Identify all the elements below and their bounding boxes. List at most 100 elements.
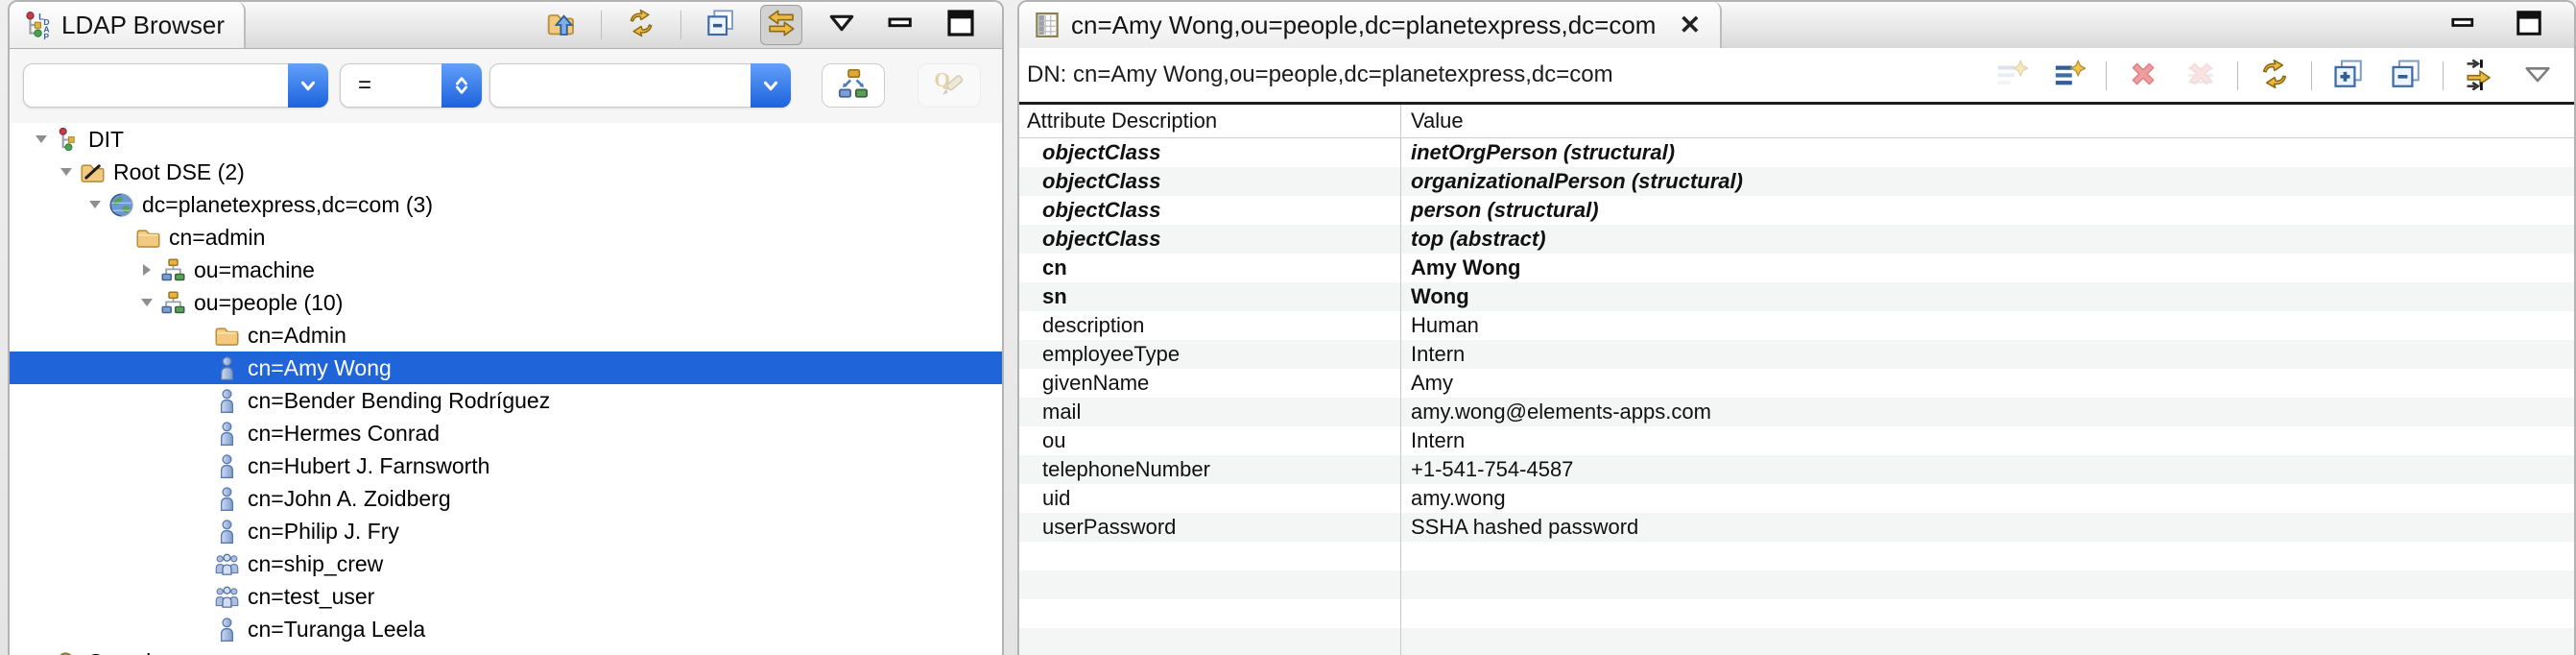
value-filter-combo[interactable] xyxy=(489,63,791,108)
tree-item[interactable]: DIT xyxy=(10,123,1002,156)
attribute-row[interactable]: telephoneNumber+1-541-754-4587 xyxy=(1019,455,2574,484)
view-menu-button[interactable] xyxy=(822,6,862,44)
collapse-all-button[interactable] xyxy=(2385,55,2427,97)
tab-ldap-browser[interactable]: LDAP LDAP Browser xyxy=(10,2,246,48)
attribute-name[interactable] xyxy=(1019,542,1401,570)
attribute-row[interactable] xyxy=(1019,542,2574,570)
attribute-value[interactable]: inetOrgPerson (structural) xyxy=(1401,138,2574,167)
attribute-value[interactable]: amy.wong@elements-apps.com xyxy=(1401,398,2574,426)
attribute-name[interactable]: mail xyxy=(1019,398,1401,426)
tree-item[interactable]: cn=ship_crew xyxy=(10,547,1002,580)
tree-item[interactable]: cn=Hermes Conrad xyxy=(10,417,1002,449)
tree-item[interactable]: cn=Admin xyxy=(10,319,1002,352)
attribute-row[interactable]: descriptionHuman xyxy=(1019,311,2574,340)
tree-item[interactable]: dc=planetexpress,dc=com (3) xyxy=(10,188,1002,221)
attribute-name[interactable]: cn xyxy=(1019,254,1401,282)
operator-combo[interactable]: = xyxy=(340,63,482,108)
maximize-button[interactable] xyxy=(2509,6,2549,44)
tree-item[interactable]: cn=test_user xyxy=(10,580,1002,613)
attribute-name[interactable]: userPassword xyxy=(1019,513,1401,542)
chevron-down-icon[interactable] xyxy=(54,164,79,180)
tree-item[interactable]: cn=Bender Bending Rodríguez xyxy=(10,384,1002,417)
attribute-row[interactable] xyxy=(1019,570,2574,599)
tree-item[interactable]: Root DSE (2) xyxy=(10,156,1002,188)
attribute-value[interactable]: Human xyxy=(1401,311,2574,340)
tree-item[interactable]: cn=Turanga Leela xyxy=(10,613,1002,645)
attribute-filter-value[interactable] xyxy=(24,64,285,107)
operator-value[interactable]: = xyxy=(341,64,439,107)
delete-button[interactable] xyxy=(2122,55,2164,97)
tree-item[interactable]: cn=Amy Wong xyxy=(10,352,1002,384)
attribute-value[interactable]: Amy xyxy=(1401,369,2574,398)
attribute-filter-combo[interactable] xyxy=(23,63,328,108)
tree-item[interactable]: cn=Philip J. Fry xyxy=(10,515,1002,547)
attribute-value[interactable]: Intern xyxy=(1401,426,2574,455)
expand-all-button[interactable] xyxy=(2327,55,2370,97)
attribute-name[interactable]: givenName xyxy=(1019,369,1401,398)
attribute-row[interactable] xyxy=(1019,628,2574,655)
new-attribute-button[interactable] xyxy=(2048,55,2090,97)
attribute-row[interactable]: ouIntern xyxy=(1019,426,2574,455)
attribute-name[interactable]: employeeType xyxy=(1019,340,1401,369)
tree-item[interactable]: ou=machine xyxy=(10,254,1002,286)
tree-item[interactable]: cn=Hubert J. Farnsworth xyxy=(10,449,1002,482)
new-value-button[interactable] xyxy=(1991,55,2033,97)
hierarchy-button[interactable] xyxy=(822,63,885,108)
minimize-button[interactable] xyxy=(881,6,921,44)
attribute-value[interactable]: organizationalPerson (structural) xyxy=(1401,167,2574,196)
tree-item[interactable]: Searches xyxy=(10,645,1002,655)
chevron-right-icon[interactable] xyxy=(134,262,159,278)
attribute-value[interactable]: Wong xyxy=(1401,282,2574,311)
attribute-name[interactable] xyxy=(1019,570,1401,599)
minimize-button[interactable] xyxy=(2444,6,2484,44)
tree-item[interactable]: cn=John A. Zoidberg xyxy=(10,482,1002,515)
chevron-down-icon[interactable] xyxy=(29,132,54,147)
chevron-down-icon[interactable] xyxy=(751,63,791,108)
attribute-row[interactable]: givenNameAmy xyxy=(1019,369,2574,398)
attribute-name[interactable] xyxy=(1019,599,1401,628)
column-header-attribute-description[interactable]: Attribute Description xyxy=(1019,105,1401,137)
refresh-button[interactable] xyxy=(2254,55,2296,97)
attribute-name[interactable]: uid xyxy=(1019,484,1401,513)
attribute-row[interactable]: snWong xyxy=(1019,282,2574,311)
attribute-name[interactable]: ou xyxy=(1019,426,1401,455)
menu-triangle-button[interactable] xyxy=(2516,55,2559,97)
attribute-name[interactable]: description xyxy=(1019,311,1401,340)
attribute-row[interactable]: employeeTypeIntern xyxy=(1019,340,2574,369)
link-with-editor-button[interactable] xyxy=(760,5,802,45)
attribute-value[interactable]: SSHA hashed password xyxy=(1401,513,2574,542)
attribute-row[interactable]: mailamy.wong@elements-apps.com xyxy=(1019,398,2574,426)
collapse-all-button[interactable] xyxy=(701,6,741,44)
attribute-value[interactable] xyxy=(1401,570,2574,599)
attribute-row[interactable] xyxy=(1019,599,2574,628)
attribute-value[interactable]: +1-541-754-4587 xyxy=(1401,455,2574,484)
close-icon[interactable]: ✕ xyxy=(1679,12,1701,38)
search-edit-button[interactable]: Q xyxy=(918,63,981,108)
double-arrow-right-button[interactable] xyxy=(2459,55,2501,97)
value-filter-value[interactable] xyxy=(490,64,748,107)
attribute-value[interactable]: Intern xyxy=(1401,340,2574,369)
attribute-row[interactable]: cnAmy Wong xyxy=(1019,254,2574,282)
tab-entry-editor[interactable]: cn=Amy Wong,ou=people,dc=planetexpress,d… xyxy=(1019,2,1722,48)
attribute-name[interactable]: sn xyxy=(1019,282,1401,311)
attribute-row[interactable]: objectClasstop (abstract) xyxy=(1019,225,2574,254)
attribute-name[interactable]: objectClass xyxy=(1019,167,1401,196)
chevron-down-icon[interactable] xyxy=(134,295,159,310)
delete-all-button[interactable] xyxy=(2180,55,2222,97)
attribute-name[interactable]: objectClass xyxy=(1019,196,1401,225)
chevron-down-icon[interactable] xyxy=(288,63,328,108)
attribute-value[interactable]: amy.wong xyxy=(1401,484,2574,513)
attribute-row[interactable]: objectClassorganizationalPerson (structu… xyxy=(1019,167,2574,196)
tree-item[interactable]: cn=admin xyxy=(10,221,1002,254)
attribute-row[interactable]: uidamy.wong xyxy=(1019,484,2574,513)
attribute-value[interactable]: Amy Wong xyxy=(1401,254,2574,282)
refresh-button[interactable] xyxy=(621,6,661,44)
chevron-down-icon[interactable] xyxy=(83,197,107,212)
attribute-name[interactable]: objectClass xyxy=(1019,138,1401,167)
attribute-name[interactable]: telephoneNumber xyxy=(1019,455,1401,484)
attribute-row[interactable]: objectClassinetOrgPerson (structural) xyxy=(1019,138,2574,167)
attribute-value[interactable]: top (abstract) xyxy=(1401,225,2574,254)
column-header-value[interactable]: Value xyxy=(1401,105,2574,137)
attribute-name[interactable]: objectClass xyxy=(1019,225,1401,254)
attribute-row[interactable]: userPasswordSSHA hashed password xyxy=(1019,513,2574,542)
